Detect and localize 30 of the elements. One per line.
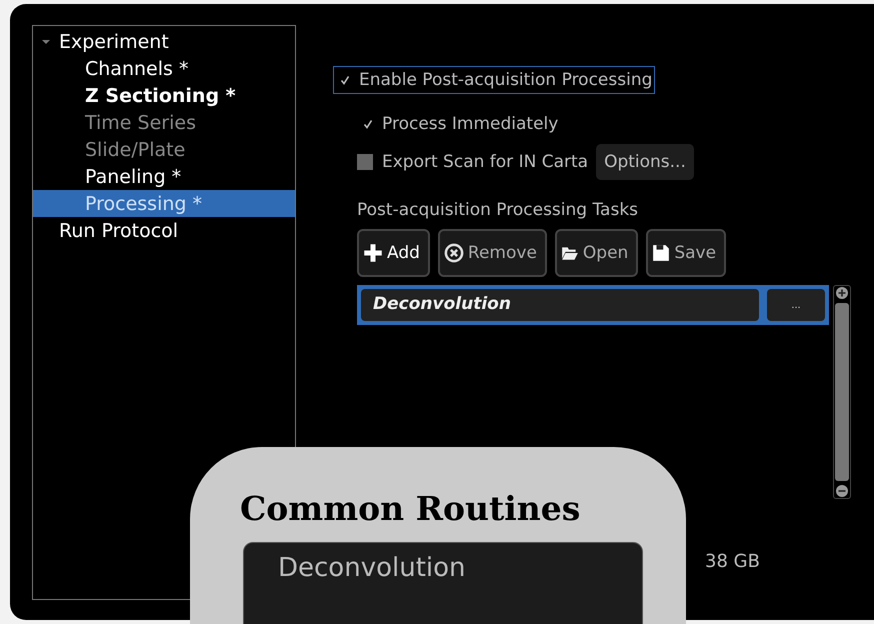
tree-item[interactable]: Channels * bbox=[33, 55, 295, 82]
task-row[interactable]: Deconvolution ... bbox=[357, 285, 829, 325]
tree-item[interactable]: Processing * bbox=[33, 190, 295, 217]
options-button[interactable]: Options... bbox=[596, 144, 694, 180]
enable-processing-checkbox[interactable]: Enable Post-acquisition Processing bbox=[333, 66, 656, 94]
tree-item[interactable]: Paneling * bbox=[33, 163, 295, 190]
checkbox-box-icon bbox=[357, 154, 373, 170]
storage-text: 38 GB bbox=[705, 551, 761, 572]
menu-item[interactable]: Deconvolution bbox=[244, 543, 642, 583]
zoom-out-icon[interactable] bbox=[835, 484, 849, 498]
checkmark-icon bbox=[363, 119, 373, 129]
close-icon bbox=[444, 243, 464, 263]
save-button[interactable]: Save bbox=[646, 229, 726, 277]
task-name: Deconvolution bbox=[361, 289, 759, 321]
callout-title: Common Routines bbox=[240, 489, 580, 528]
plus-icon bbox=[363, 243, 383, 263]
export-scan-checkbox[interactable]: Export Scan for IN Carta bbox=[357, 152, 588, 172]
tree-item[interactable]: Z Sectioning * bbox=[33, 82, 295, 109]
task-options-button[interactable]: ... bbox=[767, 289, 825, 321]
checkmark-icon bbox=[340, 75, 350, 85]
tree-item[interactable]: Experiment bbox=[33, 28, 295, 55]
zoom-in-icon[interactable] bbox=[835, 286, 849, 300]
open-button[interactable]: Open bbox=[554, 229, 638, 277]
tree-item[interactable]: Run Protocol bbox=[33, 217, 295, 244]
scrollbar-thumb[interactable] bbox=[835, 303, 849, 481]
remove-button[interactable]: Remove bbox=[438, 229, 547, 277]
add-button[interactable]: Add bbox=[357, 229, 430, 277]
process-immediately-checkbox[interactable]: Process Immediately bbox=[363, 114, 558, 134]
tasks-heading: Post-acquisition Processing Tasks bbox=[357, 200, 640, 220]
scrollbar[interactable] bbox=[833, 285, 851, 499]
